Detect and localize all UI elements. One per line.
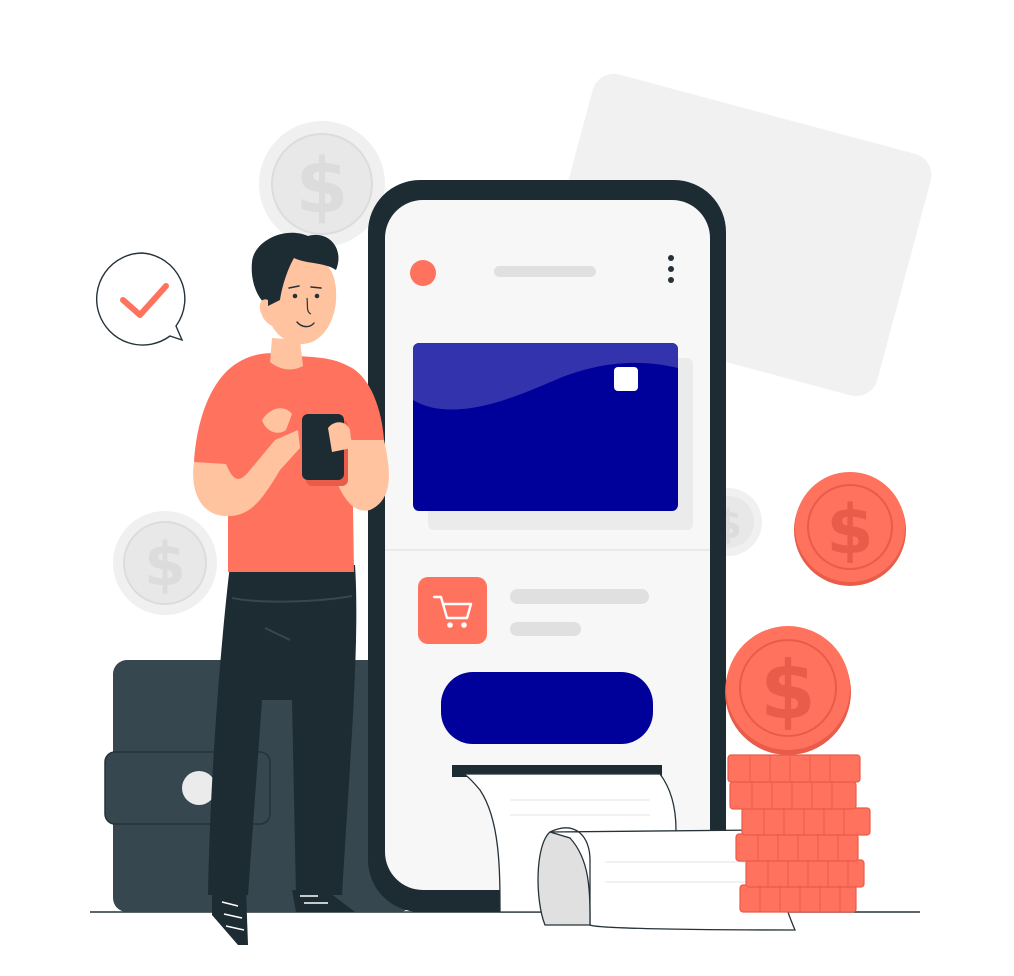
- payment-illustration: $ $ $ $ $: [0, 0, 1014, 976]
- man-eye-right: [314, 293, 320, 299]
- status-dot: [410, 260, 436, 286]
- item-title-placeholder: [510, 589, 649, 604]
- coin-dollar-sign: $: [296, 141, 349, 230]
- coin-dollar-sign: $: [826, 491, 873, 570]
- man-ear: [259, 299, 268, 320]
- card-chip: [614, 367, 638, 391]
- orange-coin-small: $: [794, 472, 906, 586]
- kebab-menu-icon[interactable]: [668, 255, 674, 283]
- pay-button[interactable]: [441, 672, 653, 744]
- coin-stack: [727, 754, 871, 913]
- payment-card[interactable]: [413, 343, 693, 530]
- orange-coin-large: $: [725, 626, 851, 755]
- header-title-placeholder: [494, 266, 596, 277]
- illustration-canvas: $ $ $ $ $: [90, 73, 932, 945]
- wallet-clasp: [182, 771, 216, 805]
- gray-coin-left: $: [113, 511, 217, 615]
- coin-dollar-sign: $: [144, 530, 186, 600]
- left-shoe: [212, 890, 248, 945]
- check-bubble: [95, 252, 186, 346]
- gray-coin-top: $: [259, 121, 385, 247]
- man-eye-left: [292, 293, 298, 299]
- coin-dollar-sign: $: [760, 644, 816, 737]
- item-price-placeholder: [510, 622, 581, 636]
